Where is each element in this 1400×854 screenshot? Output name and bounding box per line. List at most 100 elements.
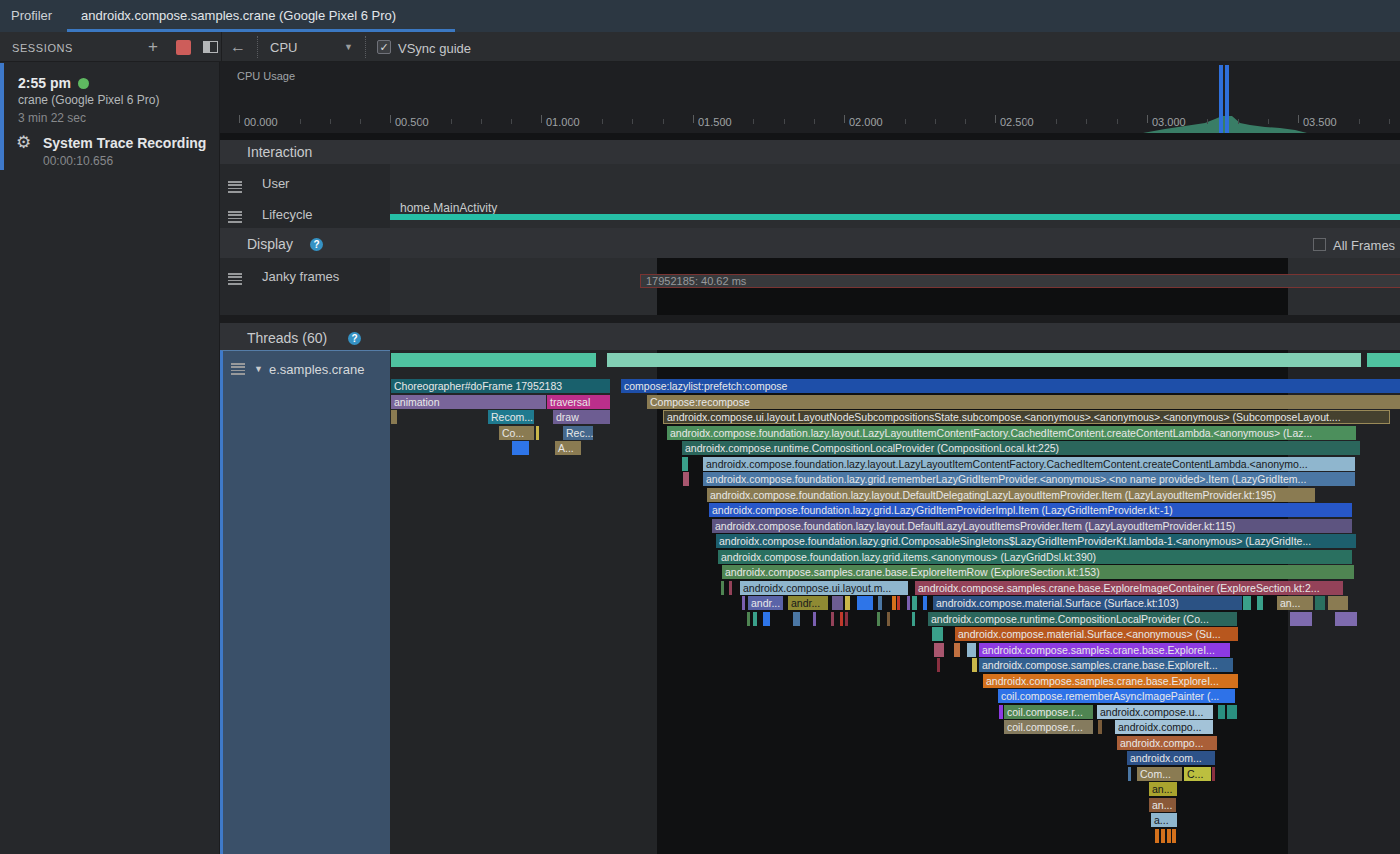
flame-bar[interactable]: androidx.compose.foundation.lazy.layout.… [703,457,1355,471]
flame-bar[interactable]: androidx.compose.material.Surface.<anony… [955,627,1238,641]
flame-bar[interactable]: androidx.compose.foundation.lazy.grid.La… [709,503,1352,517]
lifecycle-track-label[interactable]: Lifecycle [262,207,313,222]
flame-bar[interactable] [923,596,927,610]
flame-bar[interactable]: androidx.compose.runtime.CompositionLoca… [928,612,1237,626]
flame-bar[interactable] [1161,829,1165,843]
flame-bar[interactable] [831,612,834,626]
flame-bar[interactable] [972,658,977,672]
flame-bar[interactable]: androidx.compose.material.Surface (Surfa… [933,596,1242,610]
flame-bar[interactable]: andr... [748,596,783,610]
profiler-type-dropdown[interactable]: CPU [270,40,297,55]
flame-bar[interactable]: androidx.compose.foundation.lazy.layout.… [707,488,1315,502]
flame-bar[interactable] [391,410,397,424]
flame-bar[interactable] [1167,829,1171,843]
flame-bar[interactable]: androidx.compose.samples.crane.base.Expl… [979,643,1230,657]
flame-bar[interactable] [877,612,880,626]
flame-bar[interactable] [845,612,848,626]
flame-bar[interactable] [729,581,732,595]
flame-bar[interactable]: Recom... [488,410,534,424]
flame-bar[interactable] [1328,596,1348,610]
flame-bar[interactable] [999,705,1003,719]
flame-bar[interactable]: Rec... [563,426,593,440]
flame-bar[interactable] [967,643,976,657]
flame-bar[interactable] [1128,767,1131,781]
flame-bar[interactable] [1257,596,1263,610]
flame-bar[interactable]: Com... [1137,767,1182,781]
drag-handle-icon[interactable] [231,363,245,375]
flame-bar[interactable]: an... [1277,596,1313,610]
flame-bar[interactable] [1212,767,1215,781]
flame-bar[interactable]: a... [1151,813,1177,827]
flame-bar[interactable] [793,612,800,626]
vsync-checkbox[interactable]: ✓ [377,40,391,54]
flame-bar[interactable] [887,612,890,626]
flame-bar[interactable] [845,596,850,610]
flame-bar[interactable]: A... [555,441,581,455]
flame-bar[interactable] [912,612,915,626]
flame-bar[interactable] [892,596,896,610]
flame-bar[interactable]: androidx.compose.u... [1097,705,1213,719]
flame-bar[interactable] [1290,612,1312,626]
flame-bar[interactable]: traversal [547,395,610,409]
flame-bar[interactable]: androidx.compose.ui.layout.LayoutNodeSub… [663,410,1390,424]
thread-state-segment[interactable] [1367,353,1400,367]
flame-bar[interactable] [721,581,724,595]
flame-bar[interactable] [840,612,843,626]
flame-bar[interactable] [536,426,539,440]
flame-bar[interactable] [937,658,940,672]
flame-bar[interactable]: androidx.compose.foundation.lazy.grid.re… [703,472,1355,486]
flame-bar[interactable]: androidx.compose.samples.crane.base.Expl… [915,581,1343,595]
flame-bar[interactable]: andr... [788,596,828,610]
flame-bar[interactable] [912,596,917,610]
flame-bar[interactable]: an... [1149,782,1177,796]
session-tab[interactable]: androidx.compose.samples.crane (Google P… [67,0,410,32]
janky-frames-label[interactable]: Janky frames [262,269,339,284]
flame-bar[interactable]: C... [1184,767,1211,781]
flame-bar[interactable]: an... [1149,798,1176,812]
flame-bar[interactable] [683,472,689,486]
add-session-icon[interactable]: + [148,37,158,57]
flame-bar[interactable] [813,612,816,626]
flame-bar[interactable] [1315,596,1325,610]
interaction-section-header[interactable]: Interaction [220,140,1400,164]
help-icon[interactable]: ? [310,238,323,251]
flame-bar[interactable]: androidx.compose.samples.crane.base.Expl… [983,674,1238,688]
all-frames-checkbox[interactable] [1313,238,1326,251]
thread-state-segment[interactable] [391,353,596,367]
flame-bar[interactable]: androidx.compose.samples.crane.base.Expl… [979,658,1233,672]
flame-bar[interactable]: androidx.compose.foundation.lazy.grid.Co… [716,534,1356,548]
flame-bar[interactable] [1335,612,1357,626]
user-track-label[interactable]: User [262,176,289,191]
flame-bar[interactable] [878,596,882,610]
stop-recording-icon[interactable] [176,40,191,55]
flame-bar[interactable]: coil.compose.rememberAsyncImagePainter (… [998,689,1235,703]
flame-bar[interactable] [682,457,688,471]
drag-handle-icon[interactable] [228,181,242,193]
threads-section-header[interactable]: Threads (60) ? [220,323,1400,350]
thread-state-segment[interactable] [607,353,1361,367]
flame-bar[interactable] [742,596,745,610]
janky-frame-bar[interactable] [640,274,1400,288]
flame-bar[interactable] [897,596,900,610]
help-icon[interactable]: ? [348,332,361,345]
flame-bar[interactable] [857,596,873,610]
flame-bar[interactable]: coil.compose.r... [1004,705,1093,719]
flame-bar[interactable] [763,612,770,626]
drag-handle-icon[interactable] [228,273,242,285]
chevron-down-icon[interactable]: ▼ [344,42,353,52]
flame-bar[interactable]: androidx.com... [1127,751,1215,765]
session-time[interactable]: 2:55 pm [18,75,71,91]
lifecycle-activity-bar[interactable] [390,214,1400,220]
collapse-panel-icon[interactable] [203,41,218,53]
flame-bar[interactable] [1155,829,1159,843]
flame-bar[interactable]: androidx.compose.ui.layout.m... [740,581,908,595]
flame-bar[interactable]: androidx.compo... [1117,736,1217,750]
flame-bar[interactable] [753,612,757,626]
flame-bar[interactable]: Co... [499,426,534,440]
flame-bar[interactable]: coil.compose.r... [1004,720,1093,734]
flame-bar[interactable] [1218,705,1225,719]
flame-bar[interactable]: androidx.compose.samples.crane.base.Expl… [722,565,1354,579]
flame-bar[interactable] [934,643,944,657]
flame-bar[interactable] [907,596,910,610]
flame-bar[interactable] [1172,829,1176,843]
